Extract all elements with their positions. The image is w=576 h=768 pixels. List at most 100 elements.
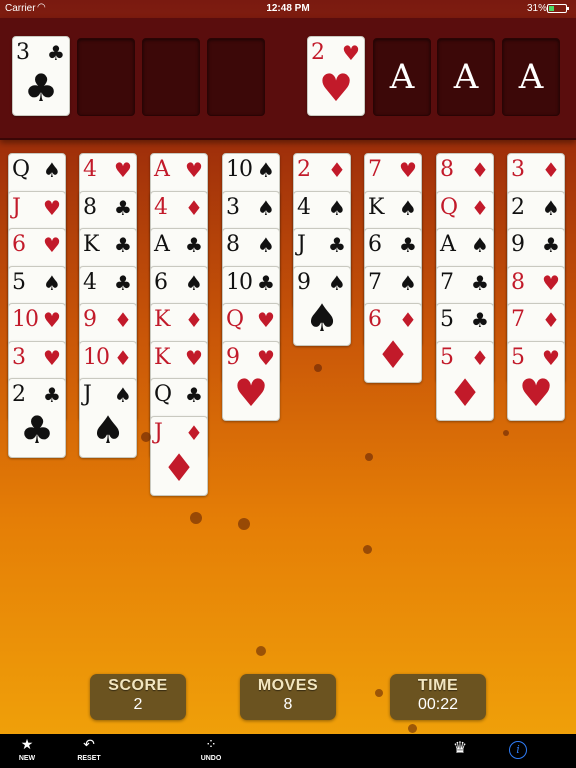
card-suit-icon: ♠	[399, 196, 417, 220]
card-rank: 9	[226, 345, 240, 370]
card-rank: Q	[226, 307, 244, 332]
card-rank: 7	[440, 270, 454, 295]
playing-card[interactable]: 5 ♦ ♦	[436, 341, 494, 421]
free-cell-card[interactable]: 3 ♣ ♣	[12, 36, 70, 116]
decoration-dot	[408, 724, 417, 733]
card-suit-icon: ♣	[114, 271, 132, 295]
card-rank: 2	[12, 382, 26, 407]
card-rank: 9	[297, 270, 311, 295]
card-suit-icon: ♦	[471, 196, 489, 220]
card-suit-icon: ♠	[542, 196, 560, 220]
card-suit-icon: ♦	[328, 158, 346, 182]
card-center-suit-icon: ♦	[375, 333, 411, 377]
card-suit-icon: ♥	[43, 196, 61, 220]
card-rank: 3	[226, 195, 240, 220]
foundation-placeholder: A	[453, 57, 479, 97]
card-suit-icon: ♥	[542, 271, 560, 295]
card-rank: 7	[511, 307, 525, 332]
card-rank: 4	[297, 195, 311, 220]
score-label: SCORE	[108, 677, 168, 694]
card-rank: 2	[311, 40, 325, 65]
decoration-dot	[256, 646, 266, 656]
card-rank: 5	[511, 345, 525, 370]
card-suit-icon: ♥	[542, 346, 560, 370]
card-suit-icon: ♦	[185, 196, 203, 220]
card-rank: J	[154, 420, 163, 445]
card-rank: 8	[83, 195, 97, 220]
foundation-card[interactable]: 2 ♥ ♥	[307, 36, 365, 116]
reset-label: RESET	[77, 755, 101, 762]
card-suit-icon: ♣	[471, 308, 489, 332]
card-suit-icon: ♥	[399, 158, 417, 182]
decoration-dot	[363, 545, 372, 554]
playing-card[interactable]: 2 ♣ ♣	[8, 378, 66, 458]
card-rank: 6	[154, 270, 168, 295]
star-icon: ★	[20, 737, 34, 753]
card-rank: A	[440, 232, 456, 257]
undo-label: UNDO	[200, 755, 222, 762]
card-suit-icon: ♣	[47, 41, 65, 65]
card-suit-icon: ♠	[43, 271, 61, 295]
card-rank: 9	[511, 232, 525, 257]
card-suit-icon: ♠	[257, 196, 275, 220]
decoration-dot	[190, 512, 202, 524]
card-suit-icon: ♥	[185, 346, 203, 370]
playing-card[interactable]: 9 ♥ ♥	[222, 341, 280, 421]
card-suit-icon: ♣	[114, 196, 132, 220]
card-rank: 10	[12, 307, 39, 332]
decoration-dot	[503, 430, 509, 436]
card-rank: 2	[511, 195, 525, 220]
card-center-suit-icon: ♠	[90, 408, 126, 452]
foundation-slot[interactable]: A	[502, 38, 560, 116]
card-suit-icon: ♦	[185, 308, 203, 332]
info-button[interactable]: i	[509, 741, 527, 759]
card-rank: A	[154, 232, 170, 257]
card-rank: 8	[440, 157, 454, 182]
card-rank: Q	[154, 382, 172, 407]
free-cell-slot[interactable]	[77, 38, 135, 116]
info-icon: i	[516, 743, 520, 756]
leaderboard-button[interactable]: ♛	[440, 740, 480, 756]
time-value: 00:22	[417, 696, 459, 713]
playing-card[interactable]: 5 ♥ ♥	[507, 341, 565, 421]
card-rank: 5	[12, 270, 26, 295]
card-rank: 7	[368, 270, 382, 295]
decoration-dot	[141, 432, 151, 442]
card-rank: 6	[368, 307, 382, 332]
foundation-slot[interactable]: A	[373, 38, 431, 116]
card-center-suit-icon: ♠	[304, 296, 340, 340]
card-suit-icon: ♦	[185, 421, 203, 445]
card-center-suit-icon: ♦	[161, 446, 197, 490]
card-rank: 6	[12, 232, 26, 257]
card-center-suit-icon: ♥	[518, 371, 554, 415]
playing-card[interactable]: J ♦ ♦	[150, 416, 208, 496]
card-center-suit-icon: ♣	[23, 66, 59, 110]
card-suit-icon: ♠	[43, 158, 61, 182]
card-rank: 3	[511, 157, 525, 182]
moves-label: MOVES	[257, 677, 319, 694]
decoration-dot	[314, 364, 322, 372]
card-suit-icon: ♠	[185, 271, 203, 295]
card-rank: J	[297, 232, 306, 257]
new-game-button[interactable]: ★ NEW	[7, 737, 47, 762]
card-suit-icon: ♠	[328, 196, 346, 220]
playing-card[interactable]: 9 ♠ ♠	[293, 266, 351, 346]
new-label: NEW	[18, 755, 36, 762]
undo-button[interactable]: ⁘ UNDO	[191, 737, 231, 762]
card-rank: K	[154, 307, 170, 332]
foundation-slot[interactable]: A	[437, 38, 495, 116]
card-suit-icon: ♣	[114, 233, 132, 257]
battery-icon	[547, 4, 569, 13]
free-cell-slot[interactable]	[207, 38, 265, 116]
card-rank: K	[368, 195, 384, 220]
card-suit-icon: ♠	[471, 233, 489, 257]
time-label: TIME	[417, 677, 459, 694]
card-rank: 5	[440, 345, 454, 370]
card-rank: Q	[440, 195, 458, 220]
playing-card[interactable]: 6 ♦ ♦	[364, 303, 422, 383]
card-rank: 10	[83, 345, 110, 370]
free-cell-slot[interactable]	[142, 38, 200, 116]
playing-card[interactable]: J ♠ ♠	[79, 378, 137, 458]
card-suit-icon: ♣	[471, 271, 489, 295]
reset-button[interactable]: ↶ RESET	[69, 737, 109, 762]
